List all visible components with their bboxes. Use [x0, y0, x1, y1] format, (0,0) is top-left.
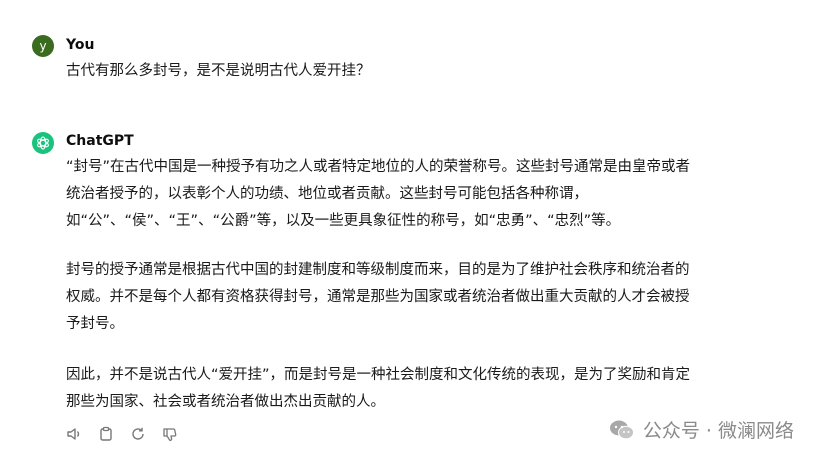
copy-icon	[100, 426, 112, 441]
paragraph-line: 予封号。	[66, 316, 124, 332]
paragraph-line: 统治者授予的，以表彰个人的功绩、地位或者贡献。这些封号可能包括各种称谓，	[66, 186, 588, 202]
user-name: You	[66, 37, 95, 53]
paragraph-line: “封号”在古代中国是一种授予有功之人或者特定地位的人的荣誉称号。这些封号通常是由…	[66, 159, 691, 175]
paragraph-line: 封号的授予通常是根据古代中国的封建制度和等级制度而来，目的是为了维护社会秩序和统…	[66, 262, 690, 278]
thumbs-down-icon	[163, 428, 177, 442]
copy-button[interactable]	[96, 424, 116, 444]
wechat-icon	[609, 420, 634, 439]
message-actions	[64, 424, 180, 444]
assistant-paragraph-1: “封号”在古代中国是一种授予有功之人或者特定地位的人的荣誉称号。这些封号通常是由…	[66, 154, 766, 235]
user-avatar-letter: y	[39, 39, 47, 53]
regenerate-icon	[132, 427, 144, 440]
assistant-paragraph-2: 封号的授予通常是根据古代中国的封建制度和等级制度而来，目的是为了维护社会秩序和统…	[66, 257, 766, 338]
paragraph-line: 权威。并不是每个人都有资格获得封号，通常是那些为国家或者统治者做出重大贡献的人才…	[66, 289, 690, 305]
bad-response-button[interactable]	[160, 424, 180, 444]
chatgpt-avatar	[32, 132, 54, 154]
assistant-paragraph-3: 因此，并不是说古代人“爱开挂”，而是封号是一种社会制度和文化传统的表现，是为了奖…	[66, 362, 766, 416]
watermark: 公众号 · 微澜网络	[609, 416, 794, 443]
user-message: 古代有那么多封号，是不是说明古代人爱开挂？	[66, 63, 371, 79]
read-aloud-button[interactable]	[64, 424, 84, 444]
watermark-text: 公众号 · 微澜网络	[642, 420, 794, 442]
paragraph-line: 如“公”、“侯”、“王”、“公爵”等，以及一些更具象征性的称号，如“忠勇”、“忠…	[66, 213, 621, 229]
speaker-icon	[67, 428, 80, 440]
paragraph-line: 因此，并不是说古代人“爱开挂”，而是封号是一种社会制度和文化传统的表现，是为了奖…	[66, 367, 691, 383]
paragraph-line: 那些为国家、社会或者统治者做出杰出贡献的人。	[66, 394, 385, 410]
openai-logo-icon	[37, 136, 49, 150]
assistant-name: ChatGPT	[66, 133, 134, 149]
user-avatar: y	[32, 35, 54, 57]
regenerate-button[interactable]	[128, 424, 148, 444]
